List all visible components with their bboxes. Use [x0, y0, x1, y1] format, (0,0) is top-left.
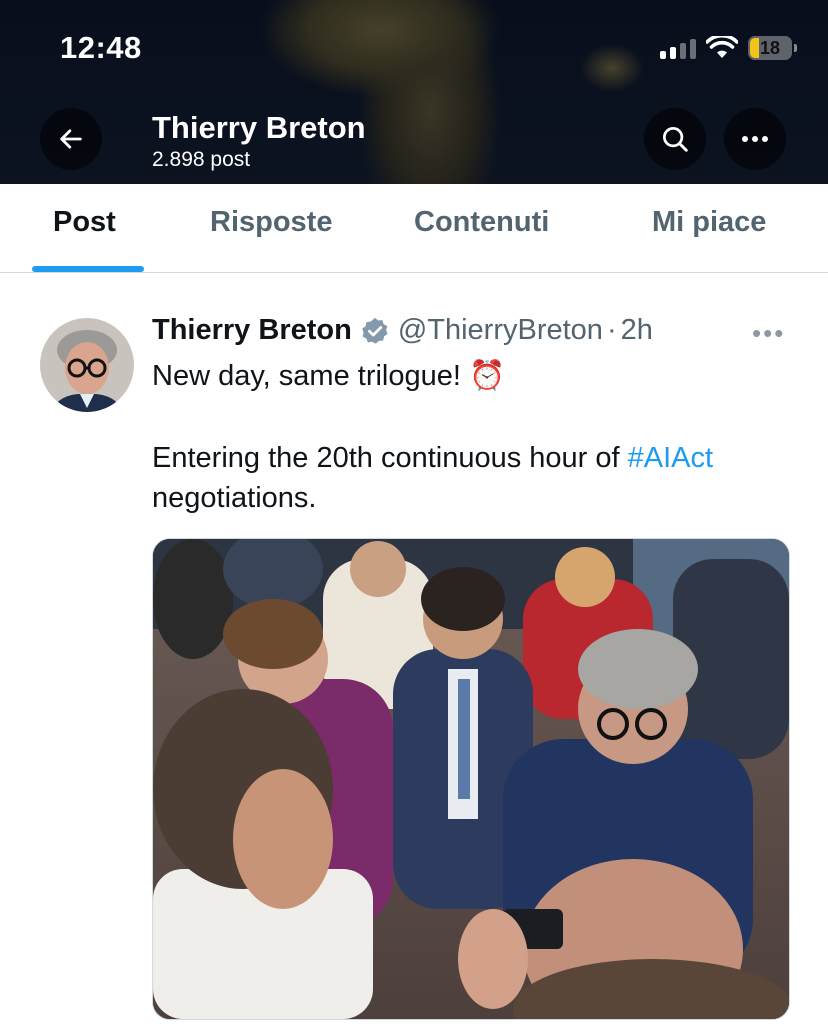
active-tab-indicator: [32, 266, 144, 272]
post-line-3: negotiations.: [152, 482, 317, 514]
search-icon: [663, 127, 688, 152]
post-line-2-text: Entering the 20th continuous hour of: [152, 442, 628, 474]
post-author-name[interactable]: Thierry Breton: [152, 314, 352, 347]
tab-risposte[interactable]: Risposte: [210, 206, 332, 239]
post-line-2: Entering the 20th continuous hour of #AI…: [152, 438, 802, 478]
post-time[interactable]: 2h: [621, 314, 653, 347]
profile-tabs: Post Risposte Contenuti Mi piace: [0, 184, 828, 273]
back-button[interactable]: [40, 108, 102, 170]
search-button[interactable]: [644, 108, 706, 170]
tab-mi-piace[interactable]: Mi piace: [652, 206, 766, 239]
post-line-1: New day, same trilogue! ⏰: [152, 360, 506, 392]
photo-image: [153, 539, 789, 1019]
signal-icon: [660, 37, 696, 59]
hashtag-link[interactable]: #AIAct: [628, 442, 713, 474]
post-count: 2.898 post: [152, 148, 251, 171]
battery-icon: 18: [748, 36, 797, 60]
profile-banner: [0, 0, 828, 184]
more-options-button[interactable]: [724, 108, 786, 170]
post-photo[interactable]: [152, 538, 790, 1020]
post-text: New day, same trilogue! ⏰ Entering the 2…: [152, 356, 802, 518]
more-icon: [742, 136, 768, 142]
back-arrow-icon: [60, 129, 82, 149]
tab-post[interactable]: Post: [53, 206, 116, 239]
profile-header: Thierry Breton 2.898 post: [152, 110, 366, 172]
post-more-icon[interactable]: •••: [752, 318, 785, 349]
avatar[interactable]: [40, 318, 134, 412]
profile-name: Thierry Breton: [152, 110, 366, 145]
post-header: Thierry Breton @ThierryBreton · 2h: [152, 314, 653, 347]
status-icons: 18: [660, 36, 797, 60]
post-separator: ·: [606, 314, 617, 346]
verified-badge-icon[interactable]: [360, 316, 390, 346]
status-time: 12:48: [60, 30, 142, 65]
wifi-icon: [706, 36, 738, 58]
post-handle[interactable]: @ThierryBreton: [398, 314, 603, 347]
tab-contenuti[interactable]: Contenuti: [414, 206, 549, 239]
avatar-image: [40, 318, 134, 412]
